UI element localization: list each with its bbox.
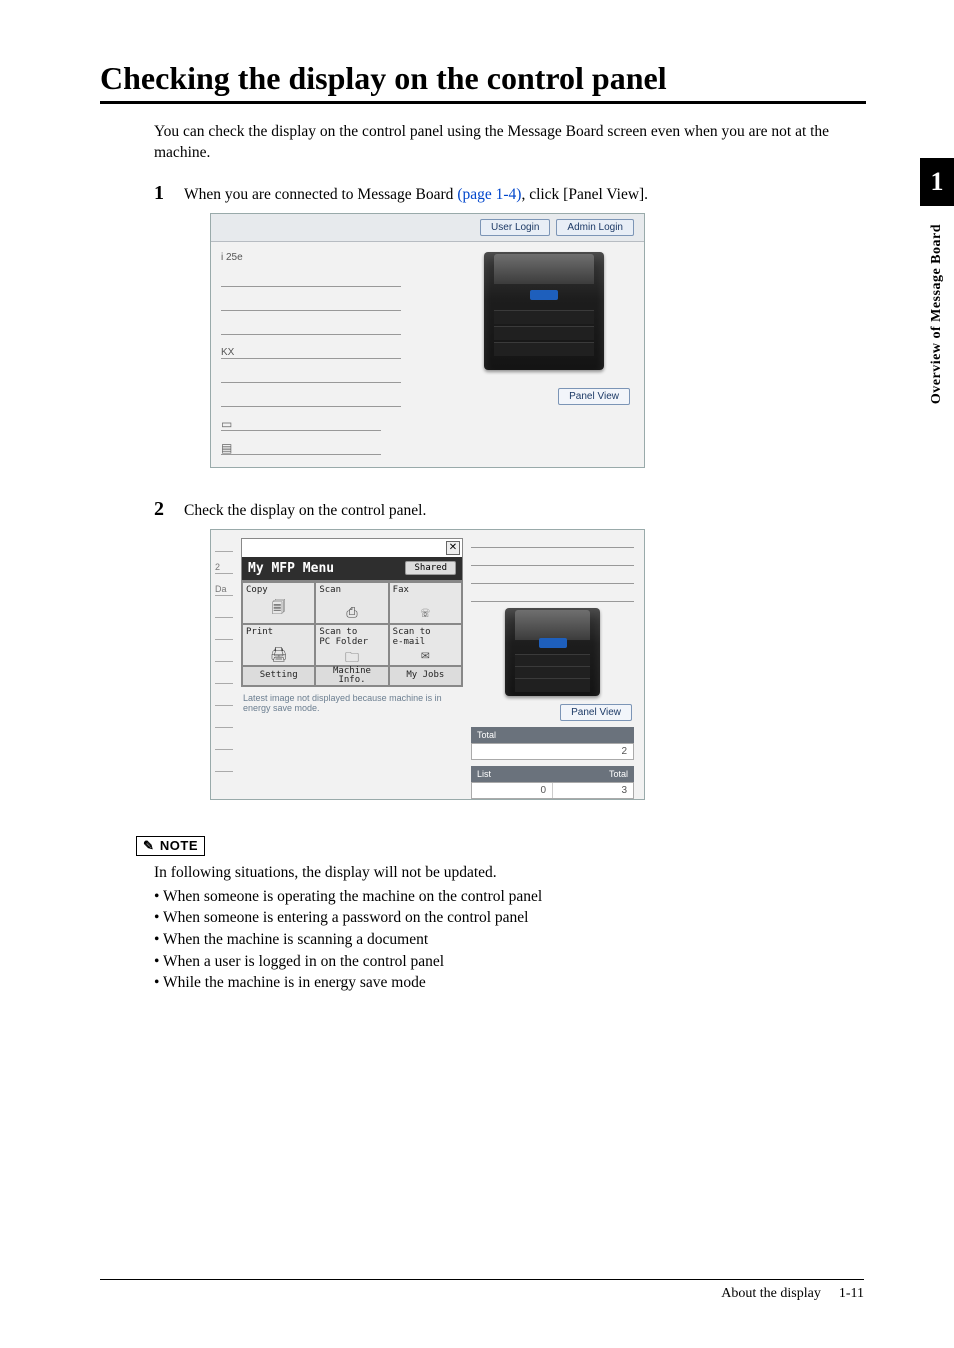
step-number: 2: [154, 498, 172, 521]
step-1-xref[interactable]: (page 1-4): [457, 186, 521, 203]
page-title: Checking the display on the control pane…: [100, 60, 866, 97]
note-label: NOTE: [160, 838, 198, 853]
mfp-menu-header: My MFP Menu Shared: [242, 557, 462, 580]
note-box: ✎ NOTE: [136, 836, 205, 856]
admin-login-button[interactable]: Admin Login: [556, 219, 634, 236]
note-item: When the machine is scanning a document: [154, 929, 866, 951]
note-body: In following situations, the display wil…: [154, 862, 866, 994]
tile-scan[interactable]: Scan⎙: [315, 582, 388, 624]
print-icon: 🖨: [246, 647, 311, 663]
info-line: [221, 293, 401, 311]
screenshot-1: User Login Admin Login i 25e KX ▭ ▤: [210, 213, 645, 468]
step-2: 2 Check the display on the control panel…: [154, 498, 866, 521]
info-line: [221, 389, 401, 407]
note-lead: In following situations, the display wil…: [154, 862, 866, 884]
note-item: When someone is entering a password on t…: [154, 907, 866, 929]
mfp-menu-title: My MFP Menu: [248, 561, 334, 576]
screenshot-1-left: i 25e KX ▭ ▤: [221, 252, 446, 455]
note-icon: ✎: [143, 838, 154, 854]
info-line: [221, 317, 401, 335]
info-line: ▭: [221, 413, 381, 431]
panel-left-edge: 2 Da: [211, 530, 233, 799]
cassette-icon: ▤: [221, 442, 232, 454]
cassette-icon: ▭: [221, 418, 232, 430]
copy-icon: 🗐: [246, 597, 311, 621]
info-line: [221, 269, 401, 287]
tile-scan-pc[interactable]: Scan to PC Folder🗀: [315, 624, 388, 666]
panel-status-message: Latest image not displayed because machi…: [241, 687, 463, 715]
total-counter-bar: Total: [471, 727, 634, 743]
panel-view-button[interactable]: Panel View: [558, 388, 630, 405]
step-1-text: When you are connected to Message Board …: [184, 186, 648, 204]
tile-fax[interactable]: Fax☏: [389, 582, 462, 624]
note-item: While the machine is in energy save mode: [154, 972, 866, 994]
list-total-bar: List Total: [471, 766, 634, 782]
info-line: ▤: [221, 437, 381, 455]
close-icon[interactable]: ✕: [446, 541, 460, 555]
device-image: [505, 608, 600, 696]
panel-view-button[interactable]: Panel View: [560, 704, 632, 721]
page-footer: About the display 1-11: [100, 1279, 864, 1302]
note-item: When someone is operating the machine on…: [154, 886, 866, 908]
panel-popup-column: ✕ My MFP Menu Shared Copy🗐 Scan⎙ Fax☏ Pr…: [241, 530, 463, 799]
total-counter-value: 2: [471, 743, 634, 760]
info-line: KX: [221, 341, 401, 359]
mail-icon: ✉: [393, 647, 458, 663]
step-1-text-b: , click [Panel View].: [521, 186, 648, 203]
tile-print[interactable]: Print🖨: [242, 624, 315, 666]
step-1: 1 When you are connected to Message Boar…: [154, 182, 866, 205]
tile-scan-email[interactable]: Scan to e-mail✉: [389, 624, 462, 666]
step-number: 1: [154, 182, 172, 205]
footer-section: About the display: [721, 1286, 821, 1302]
scan-icon: ⎙: [319, 605, 384, 621]
machine-info-button[interactable]: Machine Info.: [315, 666, 388, 686]
screenshot-2: 2 Da ✕ My MFP Menu Shared Copy🗐 Scan⎙ Fa…: [210, 529, 645, 800]
screenshot-1-header: User Login Admin Login: [211, 214, 644, 242]
list-label: List: [477, 769, 609, 779]
title-rule: [100, 101, 866, 104]
shared-button[interactable]: Shared: [405, 561, 456, 575]
step-2-text: Check the display on the control panel.: [184, 502, 426, 520]
model-label: i 25e: [221, 252, 446, 263]
screenshot-2-right: Panel View Total 2 List Total 03: [471, 530, 634, 799]
setting-button[interactable]: Setting: [242, 666, 315, 686]
device-image: [484, 252, 604, 370]
user-login-button[interactable]: User Login: [480, 219, 550, 236]
footer-page-number: 1-11: [839, 1286, 864, 1302]
panel-popup: ✕ My MFP Menu Shared Copy🗐 Scan⎙ Fax☏ Pr…: [241, 538, 463, 687]
list-total-values: 03: [471, 782, 634, 799]
total-label: Total: [477, 730, 496, 740]
screenshot-1-right: Panel View: [456, 252, 632, 455]
fax-icon: ☏: [393, 605, 458, 621]
intro-paragraph: You can check the display on the control…: [154, 122, 866, 164]
my-jobs-button[interactable]: My Jobs: [389, 666, 462, 686]
total-label: Total: [609, 769, 628, 779]
tile-copy[interactable]: Copy🗐: [242, 582, 315, 624]
note-item: When a user is logged in on the control …: [154, 951, 866, 973]
step-1-text-a: When you are connected to Message Board: [184, 186, 457, 203]
info-line: [221, 365, 401, 383]
